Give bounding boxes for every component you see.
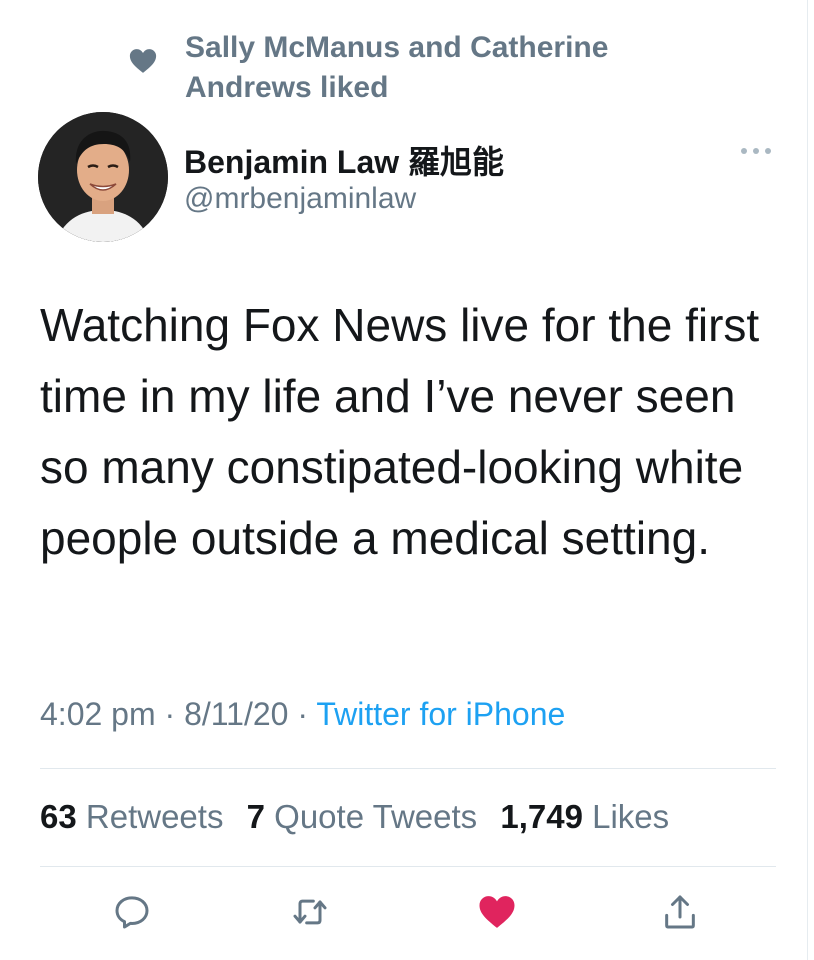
tweet-date[interactable]: 8/11/20 (184, 696, 288, 732)
divider (40, 768, 776, 769)
tweet-text: Watching Fox News live for the first tim… (40, 299, 760, 564)
retweet-icon[interactable] (290, 892, 330, 932)
social-context-text: Sally McManus and Catherine Andrews like… (185, 31, 609, 104)
more-options-icon[interactable] (738, 144, 774, 158)
likes-stat[interactable]: 1,749 Likes (500, 798, 669, 835)
reply-icon[interactable] (112, 892, 152, 932)
tweet-meta: 4:02 pm · 8/11/20 · Twitter for iPhone (40, 696, 565, 733)
action-bar (0, 892, 814, 936)
retweets-label: Retweets (85, 798, 224, 835)
tweet-time[interactable]: 4:02 pm (40, 696, 156, 732)
avatar[interactable] (38, 112, 168, 242)
meta-separator: · (297, 696, 308, 732)
likes-label: Likes (592, 798, 670, 835)
author-name[interactable]: Benjamin Law 羅旭能 (184, 137, 504, 183)
author-handle[interactable]: @mrbenjaminlaw (184, 182, 416, 216)
quote-tweets-count: 7 (246, 798, 265, 835)
tweet-stats: 63 Retweets 7 Quote Tweets 1,749 Likes (40, 798, 683, 836)
retweets-stat[interactable]: 63 Retweets (40, 798, 223, 835)
share-icon[interactable] (660, 892, 700, 932)
heart-icon[interactable] (477, 892, 517, 932)
meta-separator: · (164, 696, 176, 732)
heart-icon (129, 49, 157, 73)
likes-count: 1,749 (500, 798, 583, 835)
divider (40, 866, 776, 867)
quote-tweets-stat[interactable]: 7 Quote Tweets (247, 798, 478, 835)
tweet-source[interactable]: Twitter for iPhone (316, 696, 565, 732)
retweets-count: 63 (40, 798, 77, 835)
content-edge-rule (807, 0, 808, 960)
quote-tweets-label: Quote Tweets (274, 798, 478, 835)
avatar-image (38, 112, 168, 242)
